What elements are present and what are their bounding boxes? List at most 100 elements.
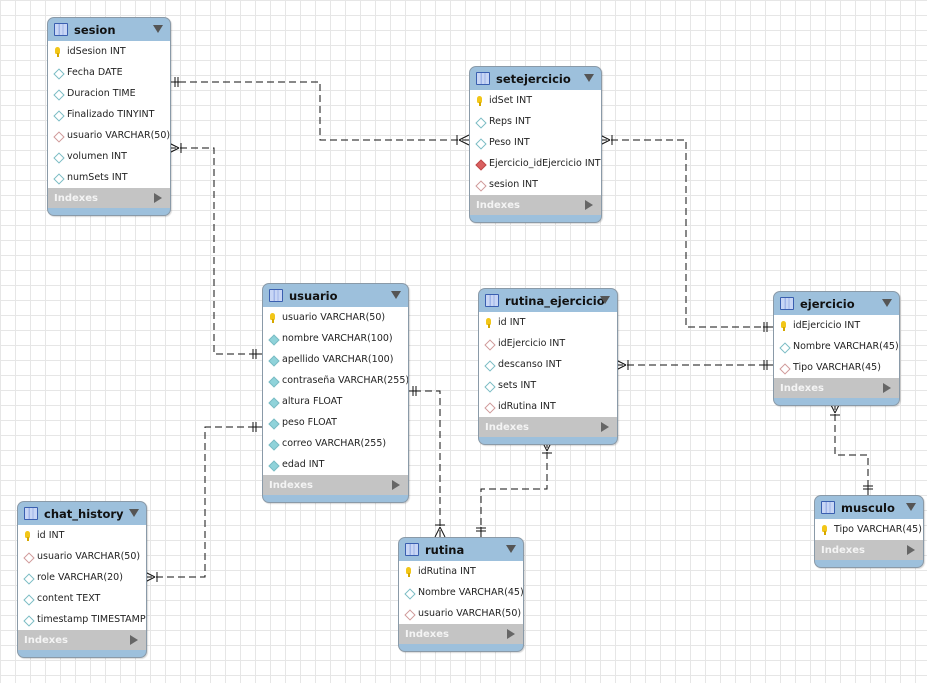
table-icon xyxy=(24,507,38,520)
column-row[interactable]: content TEXT xyxy=(18,588,146,609)
indexes-section[interactable]: Indexes xyxy=(263,475,408,495)
primary-key-icon xyxy=(23,530,33,541)
column-row[interactable]: id INT xyxy=(479,312,617,333)
expand-arrow-icon[interactable] xyxy=(130,635,138,645)
expand-arrow-icon[interactable] xyxy=(883,383,891,393)
column-row[interactable]: usuario VARCHAR(50) xyxy=(18,546,146,567)
indexes-section[interactable]: Indexes xyxy=(18,630,146,650)
column-row[interactable]: usuario VARCHAR(50) xyxy=(263,307,408,328)
collapse-caret-icon[interactable] xyxy=(391,291,401,299)
table-ejercicio[interactable]: ejercicio idEjercicio INT Nombre VARCHAR… xyxy=(773,291,900,406)
expand-arrow-icon[interactable] xyxy=(507,629,515,639)
foreign-key-icon xyxy=(475,180,485,190)
expand-arrow-icon[interactable] xyxy=(392,480,400,490)
column-icon xyxy=(484,381,494,391)
column-row[interactable]: Tipo VARCHAR(45) xyxy=(774,357,899,378)
collapse-caret-icon[interactable] xyxy=(153,25,163,33)
column-row[interactable]: volumen INT xyxy=(48,146,170,167)
table-icon xyxy=(476,72,490,85)
column-row[interactable]: idRutina INT xyxy=(479,396,617,417)
column-row[interactable]: Ejercicio_idEjercicio INT xyxy=(470,153,601,174)
column-row[interactable]: idSesion INT xyxy=(48,41,170,62)
column-row[interactable]: Finalizado TINYINT xyxy=(48,104,170,125)
primary-key-icon xyxy=(268,312,278,323)
column-row[interactable]: idEjercicio INT xyxy=(774,315,899,336)
column-row[interactable]: Reps INT xyxy=(470,111,601,132)
column-row[interactable]: Nombre VARCHAR(45) xyxy=(774,336,899,357)
collapse-caret-icon[interactable] xyxy=(584,74,594,82)
column-label: idEjercicio INT xyxy=(793,320,861,331)
table-chat_history[interactable]: chat_history id INT usuario VARCHAR(50) … xyxy=(17,501,147,658)
column-label: Tipo VARCHAR(45) xyxy=(793,362,881,373)
column-row[interactable]: Peso INT xyxy=(470,132,601,153)
table-header[interactable]: ejercicio xyxy=(774,292,899,315)
column-row[interactable]: Tipo VARCHAR(45) xyxy=(815,519,923,540)
foreign-key-icon xyxy=(53,131,63,141)
column-row[interactable]: contraseña VARCHAR(255) xyxy=(263,370,408,391)
column-row[interactable]: descanso INT xyxy=(479,354,617,375)
indexes-section[interactable]: Indexes xyxy=(399,624,523,644)
table-name: setejercicio xyxy=(496,71,571,86)
column-label: apellido VARCHAR(100) xyxy=(282,354,394,365)
table-header[interactable]: usuario xyxy=(263,284,408,307)
column-row[interactable]: peso FLOAT xyxy=(263,412,408,433)
table-header[interactable]: sesion xyxy=(48,18,170,41)
table-header[interactable]: chat_history xyxy=(18,502,146,525)
column-row[interactable]: Duracion TIME xyxy=(48,83,170,104)
collapse-caret-icon[interactable] xyxy=(506,545,516,553)
expand-arrow-icon[interactable] xyxy=(907,545,915,555)
column-row[interactable]: Fecha DATE xyxy=(48,62,170,83)
column-row[interactable]: usuario VARCHAR(50) xyxy=(48,125,170,146)
indexes-section[interactable]: Indexes xyxy=(470,195,601,215)
column-row[interactable]: nombre VARCHAR(100) xyxy=(263,328,408,349)
expand-arrow-icon[interactable] xyxy=(601,422,609,432)
table-header[interactable]: rutina_ejercicio xyxy=(479,289,617,312)
table-name: sesion xyxy=(74,22,116,37)
table-sesion[interactable]: sesion idSesion INT Fecha DATE Duracion … xyxy=(47,17,171,216)
table-rutina[interactable]: rutina idRutina INT Nombre VARCHAR(45) u… xyxy=(398,537,524,652)
table-name: rutina xyxy=(425,542,465,557)
column-row[interactable]: edad INT xyxy=(263,454,408,475)
table-rutina_ejercicio[interactable]: rutina_ejercicio id INT idEjercicio INT … xyxy=(478,288,618,445)
column-row[interactable]: Nombre VARCHAR(45) xyxy=(399,582,523,603)
table-icon xyxy=(54,23,68,36)
collapse-caret-icon[interactable] xyxy=(600,296,610,304)
column-row[interactable]: sets INT xyxy=(479,375,617,396)
table-usuario[interactable]: usuario usuario VARCHAR(50) nombre VARCH… xyxy=(262,283,409,503)
column-row[interactable]: correo VARCHAR(255) xyxy=(263,433,408,454)
column-row[interactable]: role VARCHAR(20) xyxy=(18,567,146,588)
indexes-section[interactable]: Indexes xyxy=(48,188,170,208)
collapse-caret-icon[interactable] xyxy=(906,503,916,511)
table-header[interactable]: setejercicio xyxy=(470,67,601,90)
column-icon xyxy=(23,573,33,583)
column-label: id INT xyxy=(498,317,526,328)
indexes-label: Indexes xyxy=(405,628,449,640)
primary-key-icon xyxy=(484,317,494,328)
column-row[interactable]: idRutina INT xyxy=(399,561,523,582)
column-row[interactable]: id INT xyxy=(18,525,146,546)
table-header[interactable]: rutina xyxy=(399,538,523,561)
column-row[interactable]: timestamp TIMESTAMP xyxy=(18,609,146,630)
column-row[interactable]: altura FLOAT xyxy=(263,391,408,412)
not-null-column-icon xyxy=(268,418,278,428)
indexes-section[interactable]: Indexes xyxy=(774,378,899,398)
collapse-caret-icon[interactable] xyxy=(882,299,892,307)
column-row[interactable]: sesion INT xyxy=(470,174,601,195)
primary-key-icon xyxy=(53,46,63,57)
indexes-section[interactable]: Indexes xyxy=(815,540,923,560)
not-null-column-icon xyxy=(268,397,278,407)
column-row[interactable]: apellido VARCHAR(100) xyxy=(263,349,408,370)
table-setejercicio[interactable]: setejercicio idSet INT Reps INT Peso INT… xyxy=(469,66,602,223)
table-header[interactable]: musculo xyxy=(815,496,923,519)
collapse-caret-icon[interactable] xyxy=(129,509,139,517)
table-icon xyxy=(821,501,835,514)
indexes-section[interactable]: Indexes xyxy=(479,417,617,437)
column-row[interactable]: idSet INT xyxy=(470,90,601,111)
expand-arrow-icon[interactable] xyxy=(154,193,162,203)
column-row[interactable]: numSets INT xyxy=(48,167,170,188)
column-row[interactable]: usuario VARCHAR(50) xyxy=(399,603,523,624)
column-label: peso FLOAT xyxy=(282,417,337,428)
table-musculo[interactable]: musculo Tipo VARCHAR(45) Indexes xyxy=(814,495,924,568)
expand-arrow-icon[interactable] xyxy=(585,200,593,210)
column-row[interactable]: idEjercicio INT xyxy=(479,333,617,354)
